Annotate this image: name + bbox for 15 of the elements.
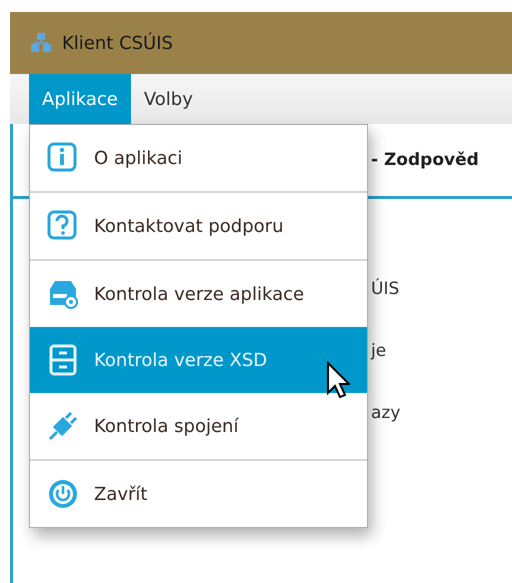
plug-icon: [46, 409, 80, 443]
content-text: je: [371, 340, 386, 363]
menu-entry[interactable]: Kontrola verze aplikace: [30, 261, 367, 327]
menu-entry[interactable]: O aplikaci: [30, 125, 367, 191]
content-text: azy: [371, 402, 400, 425]
section-heading: - Zodpověd: [371, 150, 479, 170]
power-icon: [46, 477, 80, 511]
content-text: ÚIS: [371, 277, 400, 301]
menu-entry[interactable]: Kontaktovat podporu: [30, 193, 367, 259]
menu-entry[interactable]: Zavřít: [30, 461, 367, 527]
menu-item[interactable]: Volby: [130, 74, 206, 124]
menu-entry[interactable]: Kontrola spojení: [30, 393, 367, 459]
window-title: Klient CSÚIS: [62, 32, 173, 54]
cursor-icon: [326, 361, 350, 399]
app-icon: [30, 32, 52, 54]
